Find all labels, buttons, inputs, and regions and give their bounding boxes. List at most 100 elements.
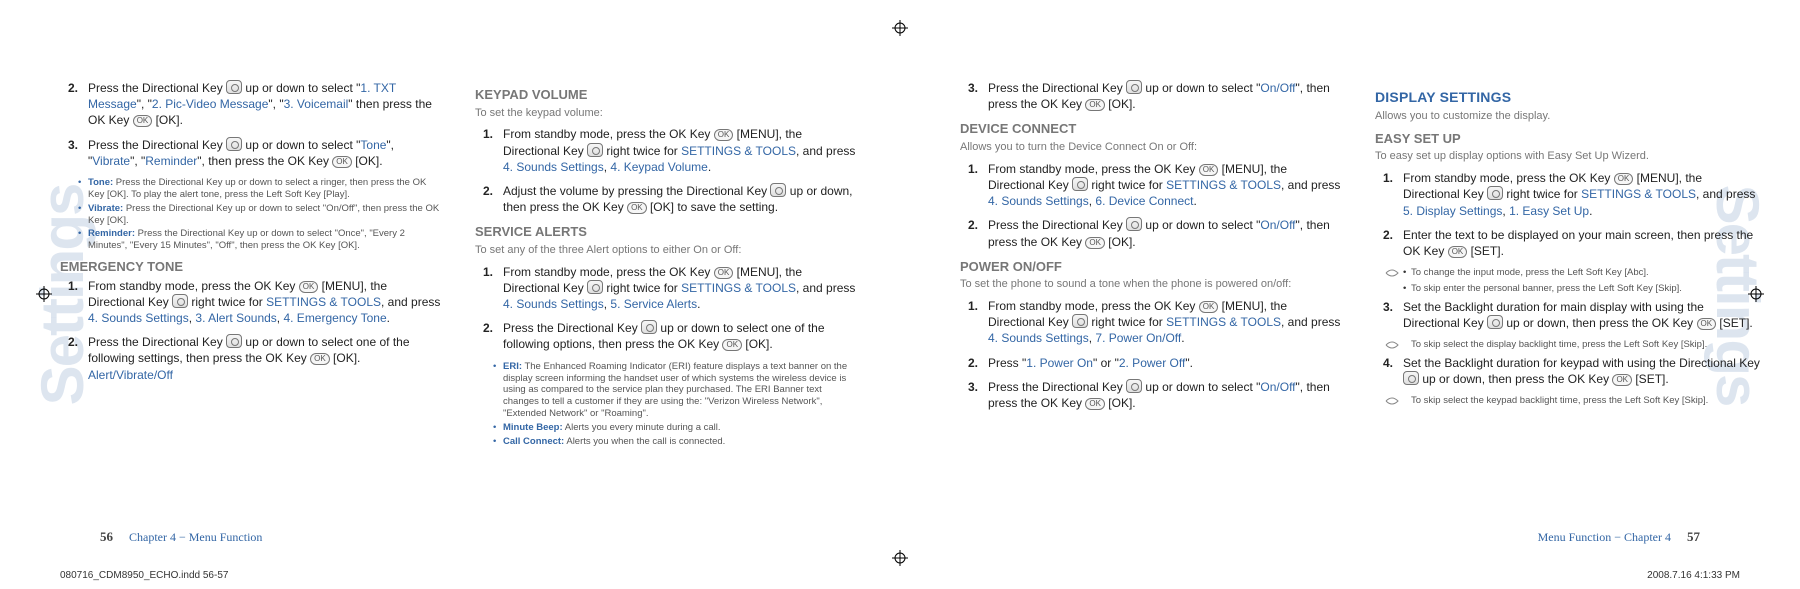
tip-text: To skip select the display backlight tim… <box>1411 339 1707 350</box>
directional-key-icon <box>226 137 242 151</box>
directional-key-icon <box>1126 80 1142 94</box>
step-item: 1.From standby mode, press the OK Key OK… <box>475 126 860 175</box>
sub-item: •ERI: The Enhanced Roaming Indicator (ER… <box>493 361 860 420</box>
text: From standby mode, press the OK Key <box>503 265 714 279</box>
ok-key-icon: OK <box>722 339 742 351</box>
directional-key-icon <box>1487 186 1503 200</box>
directional-key-icon <box>1403 371 1419 385</box>
sub-label: Call Connect: <box>503 436 564 447</box>
sub-item: •Reminder: Press the Directional Key up … <box>78 228 445 252</box>
tip-item: To skip select the display backlight tim… <box>1375 339 1760 351</box>
step-item: 2. Adjust the volume by pressing the Dire… <box>475 183 860 215</box>
menu-option: 5. Service Alerts <box>610 297 697 311</box>
text: Press " <box>988 356 1026 370</box>
ok-key-icon: OK <box>1085 99 1105 111</box>
sub-text: Alerts you when the call is connected. <box>566 436 725 447</box>
directional-key-icon <box>226 80 242 94</box>
text: ", " <box>137 97 152 111</box>
text: Press the Directional Key <box>88 81 226 95</box>
text: up or down to select " <box>1142 380 1260 394</box>
text: From standby mode, press the OK Key <box>988 162 1199 176</box>
menu-option: 4. Sounds Settings <box>503 297 604 311</box>
text: up or down, then press the OK Key <box>1419 372 1612 386</box>
step-item: 2.Press the Directional Key up or down t… <box>960 217 1345 249</box>
sub-text: Press the Directional Key up or down to … <box>88 177 426 200</box>
directional-key-icon <box>1126 379 1142 393</box>
chapter-label: Chapter 4 − Menu Function <box>129 530 262 544</box>
tip-item: •To change the input mode, press the Lef… <box>1375 267 1760 279</box>
footer-left: 56Chapter 4 − Menu Function <box>100 529 262 545</box>
sub-text: The Enhanced Roaming Indicator (ERI) fea… <box>503 361 847 420</box>
text: Press the Directional Key <box>988 380 1126 394</box>
menu-option: 7. Power On/Off <box>1095 331 1181 345</box>
text: From standby mode, press the OK Key <box>88 279 299 293</box>
right-page: Settings 3.Press the Directional Key up … <box>900 0 1800 589</box>
text: Press the Directional Key <box>88 335 226 349</box>
tip-text: To change the input mode, press the Left… <box>1411 267 1649 278</box>
left-page: Settings 2. Press the Directional Key up… <box>0 0 900 589</box>
imposition-date: 2008.7.16 4:1:33 PM <box>1647 570 1740 581</box>
ok-key-icon: OK <box>1448 246 1468 258</box>
right-col-2: DISPLAY SETTINGS Allows you to customize… <box>1375 80 1760 419</box>
ok-key-icon: OK <box>133 115 153 127</box>
sub-label: Vibrate: <box>88 203 123 214</box>
step-item: 2. Press the Directional Key up or down … <box>60 80 445 129</box>
step-number: 1. <box>968 161 978 177</box>
text: [OK]. <box>1105 396 1136 410</box>
text: [OK]. <box>742 337 773 351</box>
text: [SET]. <box>1716 316 1753 330</box>
text: . <box>697 297 700 311</box>
step-item: 1.From standby mode, press the OK Key OK… <box>960 161 1345 210</box>
ok-key-icon: OK <box>310 353 330 365</box>
step-number: 4. <box>1383 355 1393 371</box>
heading-power-on-off: POWER ON/OFF <box>960 258 1345 276</box>
ok-key-icon: OK <box>332 156 352 168</box>
heading-emergency-tone: EMERGENCY TONE <box>60 258 445 276</box>
text: up or down to select " <box>1142 81 1260 95</box>
ok-key-icon: OK <box>1614 173 1634 185</box>
sub-item: •Minute Beep: Alerts you every minute du… <box>493 422 860 434</box>
sub-label: Minute Beep: <box>503 422 563 433</box>
text: Adjust the volume by pressing the Direct… <box>503 184 770 198</box>
text: . <box>1193 194 1196 208</box>
chapter-label: Menu Function − Chapter 4 <box>1538 530 1671 544</box>
text: " or " <box>1093 356 1119 370</box>
text: , and press <box>381 295 440 309</box>
text: Set the Backlight duration for keypad wi… <box>1403 356 1760 370</box>
text: ", then press the OK Key <box>197 154 332 168</box>
step-number: 2. <box>483 183 493 199</box>
menu-option: 5. Display Settings <box>1403 204 1502 218</box>
text: up or down, then press the OK Key <box>1503 316 1696 330</box>
step-number: 3. <box>68 137 78 153</box>
text: . <box>1181 331 1184 345</box>
menu-option: SETTINGS & TOOLS <box>1166 315 1281 329</box>
menu-option: SETTINGS & TOOLS <box>681 144 796 158</box>
heading-easy-set-up: EASY SET UP <box>1375 130 1760 148</box>
imposition-file: 080716_CDM8950_ECHO.indd 56-57 <box>60 570 228 581</box>
menu-option: 3. Alert Sounds <box>195 311 276 325</box>
tip-icon <box>1385 395 1399 407</box>
menu-option: On/Off <box>1260 380 1295 394</box>
ok-key-icon: OK <box>1199 301 1219 313</box>
directional-key-icon <box>226 334 242 348</box>
ok-key-icon: OK <box>1612 374 1632 386</box>
step-number: 1. <box>968 298 978 314</box>
text: right twice for <box>603 281 681 295</box>
text: up or down to select " <box>242 138 360 152</box>
menu-option: SETTINGS & TOOLS <box>1581 187 1696 201</box>
menu-option: 4. Keypad Volume <box>610 160 707 174</box>
step-item: 3.Press the Directional Key up or down t… <box>960 80 1345 112</box>
step-number: 1. <box>1383 170 1393 186</box>
text: . <box>387 311 390 325</box>
menu-option: SETTINGS & TOOLS <box>266 295 381 309</box>
step-item: 2. Press the Directional Key up or down … <box>60 334 445 383</box>
ok-key-icon: OK <box>714 267 734 279</box>
heading-service-alerts: SERVICE ALERTS <box>475 223 860 241</box>
directional-key-icon <box>641 320 657 334</box>
step-number: 2. <box>68 80 78 96</box>
step-item: 2.Press "1. Power On" or "2. Power Off". <box>960 355 1345 371</box>
text: [OK] to save the setting. <box>647 200 778 214</box>
directional-key-icon <box>172 294 188 308</box>
registration-mark-icon <box>1748 286 1764 302</box>
text: Press the Directional Key <box>88 138 226 152</box>
